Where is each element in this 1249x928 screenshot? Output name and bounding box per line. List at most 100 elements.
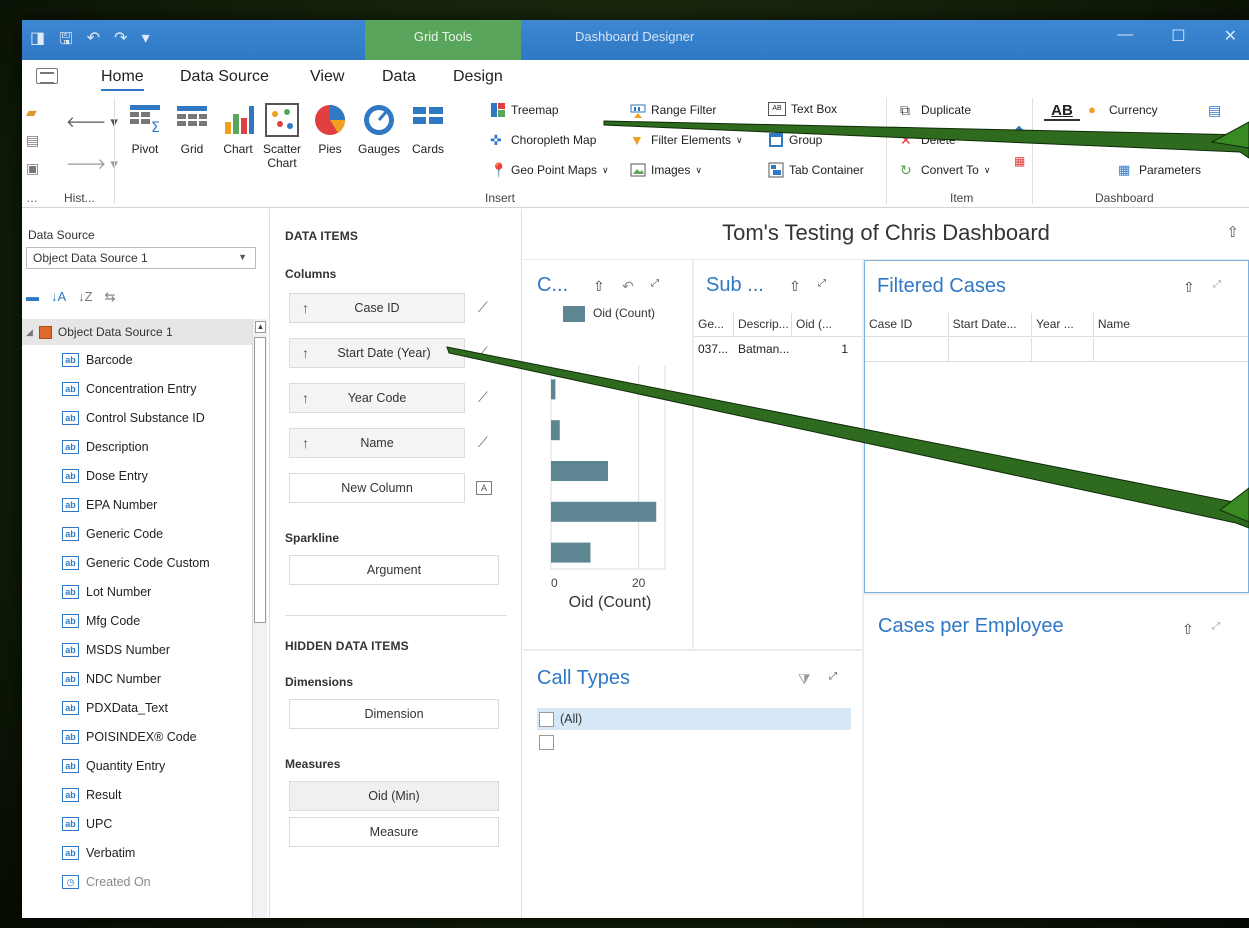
- column-header[interactable]: Start Date...: [949, 313, 1033, 336]
- list-item[interactable]: ab Generic Code Custom: [22, 548, 262, 577]
- tab-design[interactable]: Design: [453, 68, 503, 86]
- export-icon[interactable]: ⇧: [789, 278, 801, 295]
- list-item[interactable]: ab EPA Number: [22, 490, 262, 519]
- column-header[interactable]: Descrip...: [734, 313, 792, 336]
- parameters-button[interactable]: ▦ Parameters: [1118, 162, 1201, 178]
- column-item-start-date-year[interactable]: ↑ Start Date (Year): [289, 338, 465, 368]
- checkbox[interactable]: [539, 734, 554, 750]
- pivot-button[interactable]: Σ Pivot: [120, 102, 170, 156]
- list-item[interactable]: ab PDXData_Text: [22, 693, 262, 722]
- export-icon[interactable]: ⇧: [1182, 621, 1194, 638]
- maximize-icon[interactable]: ⤢: [1212, 621, 1220, 632]
- maximize-icon[interactable]: ⤢: [1213, 279, 1221, 290]
- list-item[interactable]: ab Control Substance ID: [22, 403, 262, 432]
- delete-button[interactable]: ✕ Delete: [900, 132, 956, 148]
- list-item[interactable]: ab Barcode: [22, 345, 262, 374]
- column-header[interactable]: Oid (...: [792, 313, 862, 336]
- export-icon[interactable]: ⇧: [1226, 209, 1239, 257]
- refresh-icon[interactable]: ⇆: [105, 289, 116, 305]
- scatter-chart-button[interactable]: Scatter Chart: [260, 102, 304, 170]
- list-item[interactable]: ab Verbatim: [22, 838, 262, 867]
- gauges-button[interactable]: Gauges: [354, 102, 404, 156]
- column-item-case-id[interactable]: ↑ Case ID: [289, 293, 465, 323]
- tab-data-source[interactable]: Data Source: [180, 68, 269, 86]
- currency-button[interactable]: ● Currency: [1088, 102, 1158, 118]
- sub-grid-card[interactable]: Sub ... ⇧ ⤢ Ge... Descrip... Oid (... 03…: [694, 260, 862, 649]
- color-scheme-icon[interactable]: ◆: [1014, 122, 1024, 138]
- scroll-up-icon[interactable]: ▲: [255, 321, 266, 333]
- new-icon[interactable]: ▣: [26, 160, 39, 177]
- scroll-thumb[interactable]: [254, 337, 266, 623]
- column-options-icon[interactable]: ⟋: [478, 299, 488, 316]
- choropleth-map-button[interactable]: ✜ Choropleth Map: [490, 132, 596, 148]
- group-button[interactable]: Group: [768, 132, 822, 148]
- list-item-all[interactable]: (All): [537, 708, 851, 730]
- list-item[interactable]: ab UPC: [22, 809, 262, 838]
- images-button[interactable]: Images ∨: [630, 162, 702, 178]
- chart-card[interactable]: C... ⇧ ↶ ⤢ Oid (Count) 0 20 Oid (Count): [523, 260, 692, 649]
- redo-icon[interactable]: 🡒 ▾: [66, 154, 118, 173]
- list-item[interactable]: ◷ Created On: [22, 867, 262, 896]
- text-box-button[interactable]: AB Text Box: [768, 102, 837, 116]
- column-item-name[interactable]: ↑ Name: [289, 428, 465, 458]
- list-item[interactable]: ab Description: [22, 432, 262, 461]
- geo-point-maps-button[interactable]: 📍 Geo Point Maps ∨: [490, 162, 609, 178]
- range-filter-button[interactable]: Range Filter: [630, 102, 716, 118]
- grid-button[interactable]: Grid: [172, 102, 212, 156]
- column-header[interactable]: Name: [1094, 313, 1248, 336]
- tab-view[interactable]: View: [310, 68, 344, 86]
- chart-button[interactable]: Chart: [218, 102, 258, 156]
- pies-button[interactable]: Pies: [310, 102, 350, 156]
- export-icon[interactable]: ⇧: [1183, 279, 1195, 296]
- sort-ascending-icon[interactable]: ↓A: [51, 289, 66, 305]
- maximize-icon[interactable]: ⤢: [829, 671, 837, 682]
- file-menu-icon[interactable]: [36, 68, 58, 84]
- call-types-card[interactable]: Call Types ⧩ ⤢ (All): [523, 651, 862, 918]
- maximize-icon[interactable]: ☐: [1171, 26, 1185, 46]
- maximize-icon[interactable]: ⤢: [818, 278, 826, 289]
- redo-icon[interactable]: ↷: [114, 28, 127, 55]
- filter-elements-button[interactable]: ▼ Filter Elements ∨: [630, 132, 743, 148]
- column-options-icon[interactable]: ⟋: [478, 434, 488, 451]
- list-item[interactable]: ab Concentration Entry: [22, 374, 262, 403]
- cards-button[interactable]: Cards: [406, 102, 450, 156]
- new-column-placeholder[interactable]: New Column: [289, 473, 465, 503]
- table-row[interactable]: 037... Batman... 1: [694, 338, 862, 362]
- list-item[interactable]: ab POISINDEX® Code: [22, 722, 262, 751]
- tab-container-button[interactable]: Tab Container: [768, 162, 864, 178]
- measure-item-oid-min[interactable]: Oid (Min): [289, 781, 499, 811]
- dimension-placeholder[interactable]: Dimension: [289, 699, 499, 729]
- undo-icon[interactable]: ↶: [87, 28, 100, 55]
- undo-icon[interactable]: 🡐 ▾: [66, 112, 118, 131]
- collapse-icon[interactable]: ◢: [26, 327, 33, 338]
- filtered-cases-card[interactable]: Filtered Cases ⇧ ⤢ Case ID Start Date...…: [864, 260, 1249, 593]
- column-item-year-code[interactable]: ↑ Year Code: [289, 383, 465, 413]
- data-source-select[interactable]: Object Data Source 1 ▼: [26, 247, 256, 269]
- list-item[interactable]: ab Lot Number: [22, 577, 262, 606]
- title-button[interactable]: AB Title: [1044, 102, 1080, 143]
- qat-customize-icon[interactable]: ▾: [142, 28, 150, 55]
- list-item[interactable]: ab NDC Number: [22, 664, 262, 693]
- save-icon[interactable]: ▤: [26, 132, 39, 149]
- tree-root-item[interactable]: ◢ Object Data Source 1: [22, 319, 262, 345]
- sort-descending-icon[interactable]: ↓Z: [78, 289, 92, 305]
- save-icon[interactable]: 🖫: [59, 28, 73, 55]
- convert-to-button[interactable]: ↻ Convert To ∨: [900, 162, 990, 178]
- sparkline-argument-placeholder[interactable]: Argument: [289, 555, 499, 585]
- measure-placeholder[interactable]: Measure: [289, 817, 499, 847]
- checkbox[interactable]: [539, 711, 554, 727]
- column-header[interactable]: Case ID: [865, 313, 949, 336]
- group-fields-icon[interactable]: ▬: [26, 289, 39, 305]
- open-icon[interactable]: ▰: [26, 104, 37, 121]
- list-item[interactable]: ab Generic Code: [22, 519, 262, 548]
- list-item[interactable]: ab Mfg Code: [22, 606, 262, 635]
- list-item[interactable]: ab Dose Entry: [22, 461, 262, 490]
- column-header[interactable]: Year ...: [1032, 313, 1094, 336]
- list-item[interactable]: ab Result: [22, 780, 262, 809]
- dashboard-settings-icon[interactable]: ▤: [1208, 102, 1221, 119]
- list-item[interactable]: ab Quantity Entry: [22, 751, 262, 780]
- color-grid-icon[interactable]: ▦: [1014, 154, 1025, 168]
- duplicate-button[interactable]: ⧉ Duplicate: [900, 102, 971, 118]
- list-item[interactable]: [537, 731, 554, 753]
- field-list-scrollbar[interactable]: ▲: [252, 319, 267, 918]
